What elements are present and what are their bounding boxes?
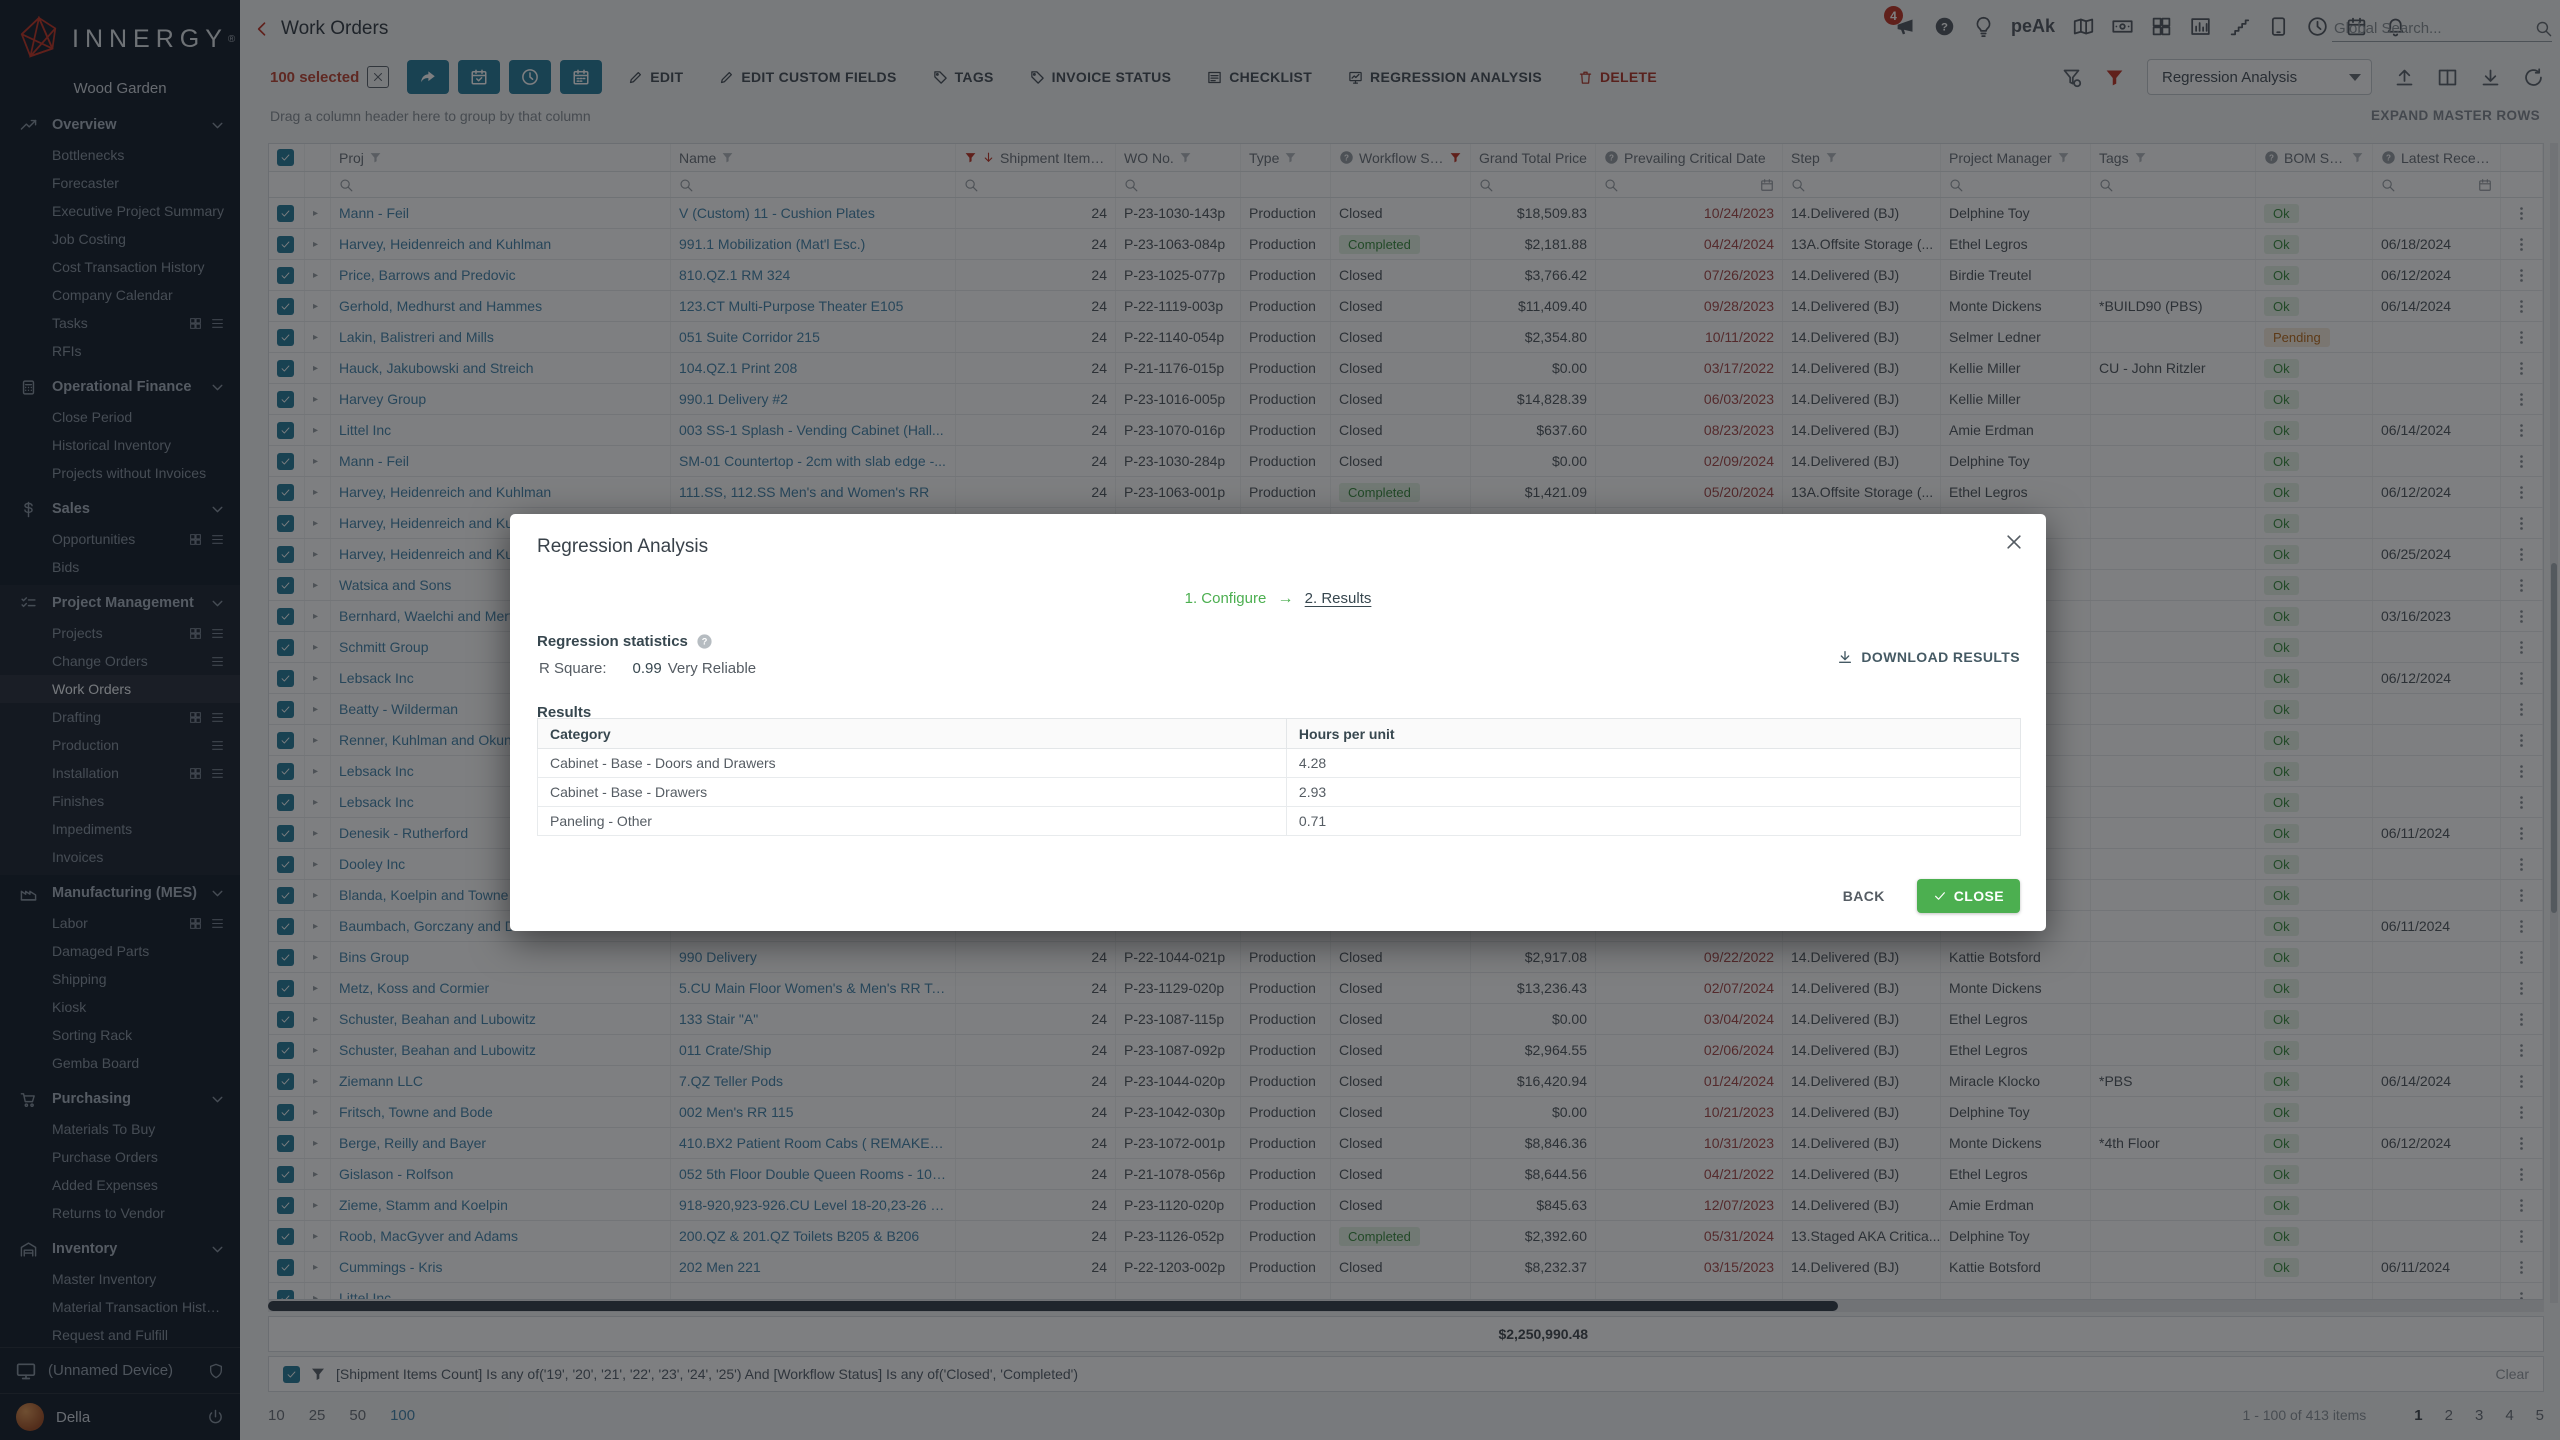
result-hours: 4.28	[1286, 749, 2020, 778]
modal-title: Regression Analysis	[537, 536, 708, 558]
back-button[interactable]: BACK	[1837, 887, 1891, 905]
r-square-label: R Square:	[539, 660, 607, 677]
result-category: Paneling - Other	[538, 807, 1287, 836]
result-hours: 2.93	[1286, 778, 2020, 807]
close-icon[interactable]	[2004, 532, 2024, 552]
step-results[interactable]: 2. Results	[1305, 590, 1372, 607]
modal-stepper: 1. Configure → 2. Results	[510, 590, 2046, 608]
check-icon	[1933, 889, 1947, 903]
step-configure[interactable]: 1. Configure	[1185, 590, 1267, 607]
regression-analysis-modal: Regression Analysis 1. Configure → 2. Re…	[510, 514, 2046, 931]
app-root: INNERGY ® Wood Garden OverviewBottleneck…	[0, 0, 2560, 1440]
results-row: Paneling - Other0.71	[538, 807, 2021, 836]
help-icon[interactable]: ?	[696, 633, 713, 650]
download-results-button[interactable]: DOWNLOAD RESULTS	[1837, 649, 2020, 665]
result-category: Cabinet - Base - Doors and Drawers	[538, 749, 1287, 778]
results-row: Cabinet - Base - Drawers2.93	[538, 778, 2021, 807]
close-button[interactable]: CLOSE	[1917, 879, 2020, 913]
arrow-right-icon: →	[1278, 590, 1294, 607]
download-results-label: DOWNLOAD RESULTS	[1861, 649, 2020, 665]
r-square-line: R Square: 0.99 Very Reliable	[539, 660, 756, 677]
r-square-qualifier: Very Reliable	[668, 660, 756, 677]
regression-statistics-heading: Regression statistics	[537, 633, 688, 650]
download-icon	[1837, 649, 1853, 665]
result-hours: 0.71	[1286, 807, 2020, 836]
results-col-hours: Hours per unit	[1286, 719, 2020, 749]
results-col-category: Category	[538, 719, 1287, 749]
r-square-value: 0.99	[633, 660, 662, 677]
svg-text:?: ?	[702, 637, 708, 647]
results-row: Cabinet - Base - Doors and Drawers4.28	[538, 749, 2021, 778]
results-table: Category Hours per unit Cabinet - Base -…	[537, 718, 2021, 836]
result-category: Cabinet - Base - Drawers	[538, 778, 1287, 807]
